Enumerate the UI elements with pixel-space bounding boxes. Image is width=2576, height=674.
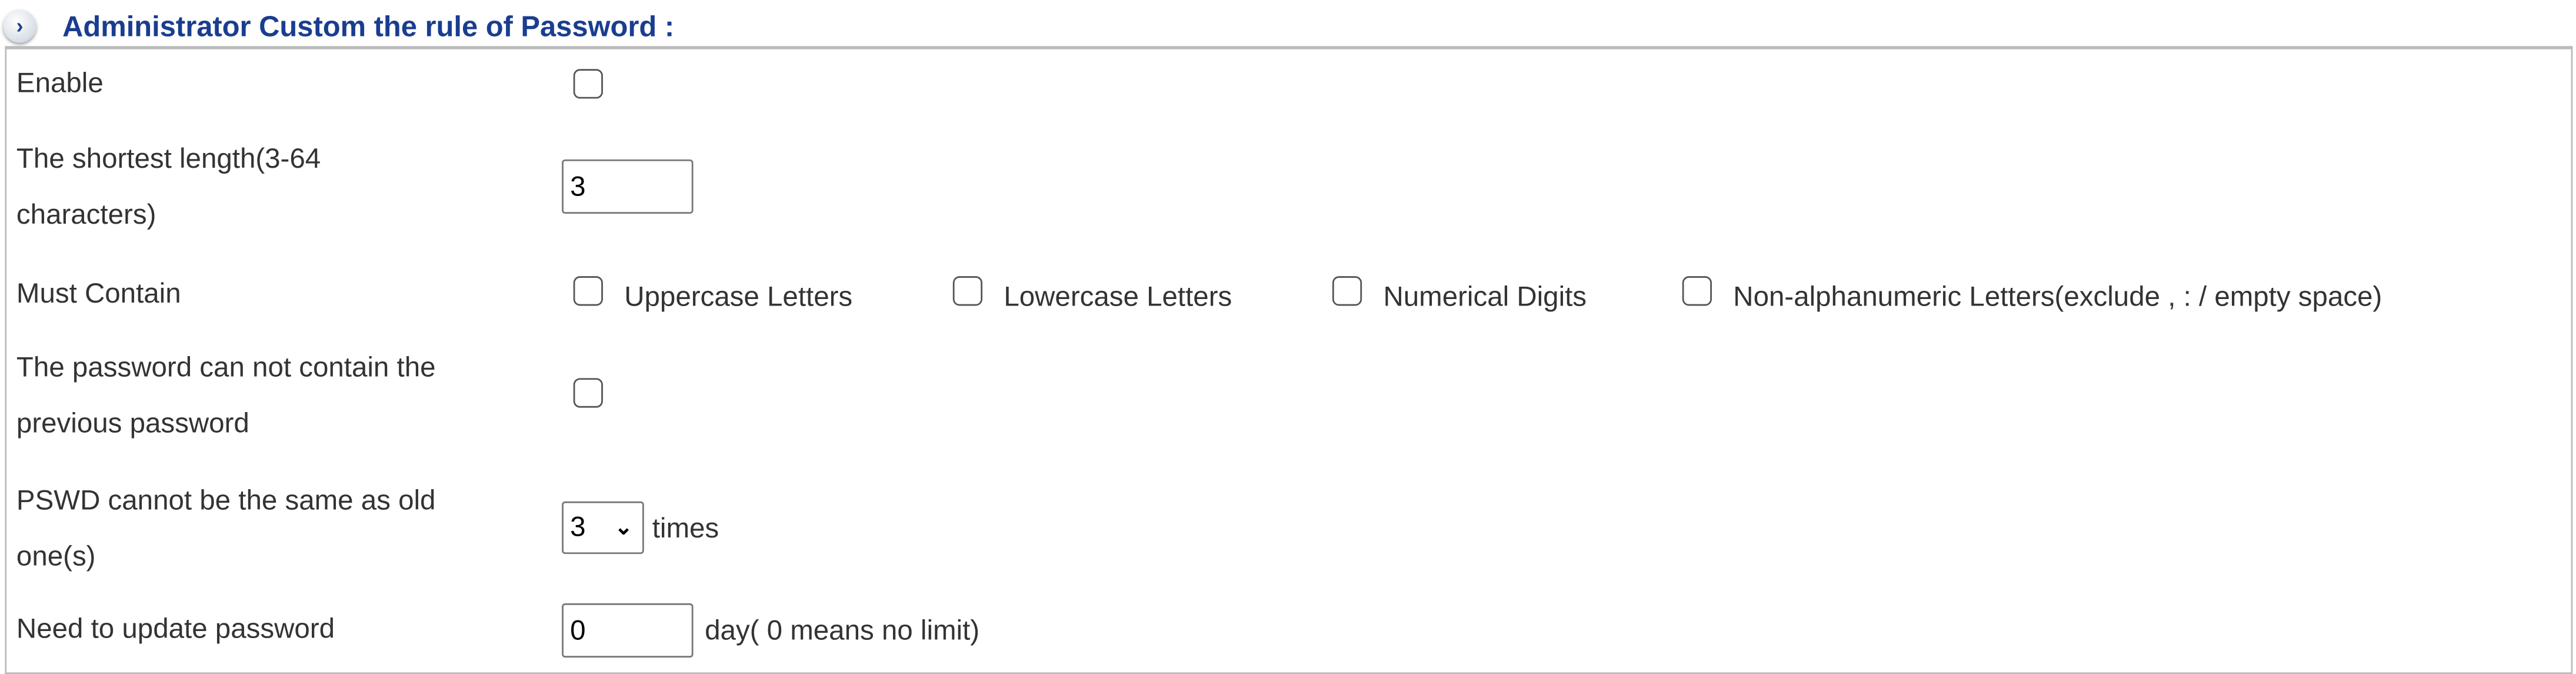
expiry-suffix: day( 0 means no limit) — [705, 615, 980, 646]
digits-label: Numerical Digits — [1383, 281, 1587, 313]
password-rule-panel: › Administrator Custom the rule of Passw… — [0, 0, 2576, 674]
enable-checkbox[interactable] — [573, 69, 603, 99]
section-title: Administrator Custom the rule of Passwor… — [62, 9, 675, 43]
no-previous-label-line1: The password can not contain the — [16, 351, 436, 383]
non-alphanumeric-checkbox[interactable] — [1682, 276, 1712, 306]
no-previous-label-line2: previous password — [16, 407, 249, 439]
expiry-input[interactable] — [562, 603, 694, 658]
min-length-input[interactable] — [562, 159, 694, 214]
history-select-value: 3 — [570, 511, 586, 543]
uppercase-checkbox[interactable] — [573, 276, 603, 306]
uppercase-label: Uppercase Letters — [624, 281, 853, 313]
history-suffix: times — [652, 513, 719, 544]
min-length-label-line2: characters) — [16, 198, 156, 230]
chevron-down-icon: ⌄ — [614, 514, 633, 540]
no-previous-checkbox[interactable] — [573, 378, 603, 408]
min-length-label: The shortest length(3-64 characters) — [16, 131, 542, 243]
no-previous-label: The password can not contain the previou… — [16, 340, 542, 452]
history-label: PSWD cannot be the same as old one(s) — [16, 473, 542, 585]
expiry-label: Need to update password — [16, 613, 335, 645]
digits-checkbox[interactable] — [1332, 276, 1362, 306]
chevron-right-circle-icon: › — [3, 9, 36, 43]
enable-label: Enable — [16, 67, 104, 99]
lowercase-checkbox[interactable] — [952, 276, 983, 306]
min-length-label-line1: The shortest length(3-64 — [16, 142, 321, 175]
history-label-line2: one(s) — [16, 540, 96, 572]
non-alphanumeric-label: Non-alphanumeric Letters(exclude , : / e… — [1733, 281, 2382, 313]
history-select[interactable]: 3 ⌄ — [562, 501, 644, 555]
must-contain-label: Must Contain — [16, 277, 181, 310]
history-label-line1: PSWD cannot be the same as old — [16, 484, 436, 516]
lowercase-label: Lowercase Letters — [1004, 281, 1232, 313]
